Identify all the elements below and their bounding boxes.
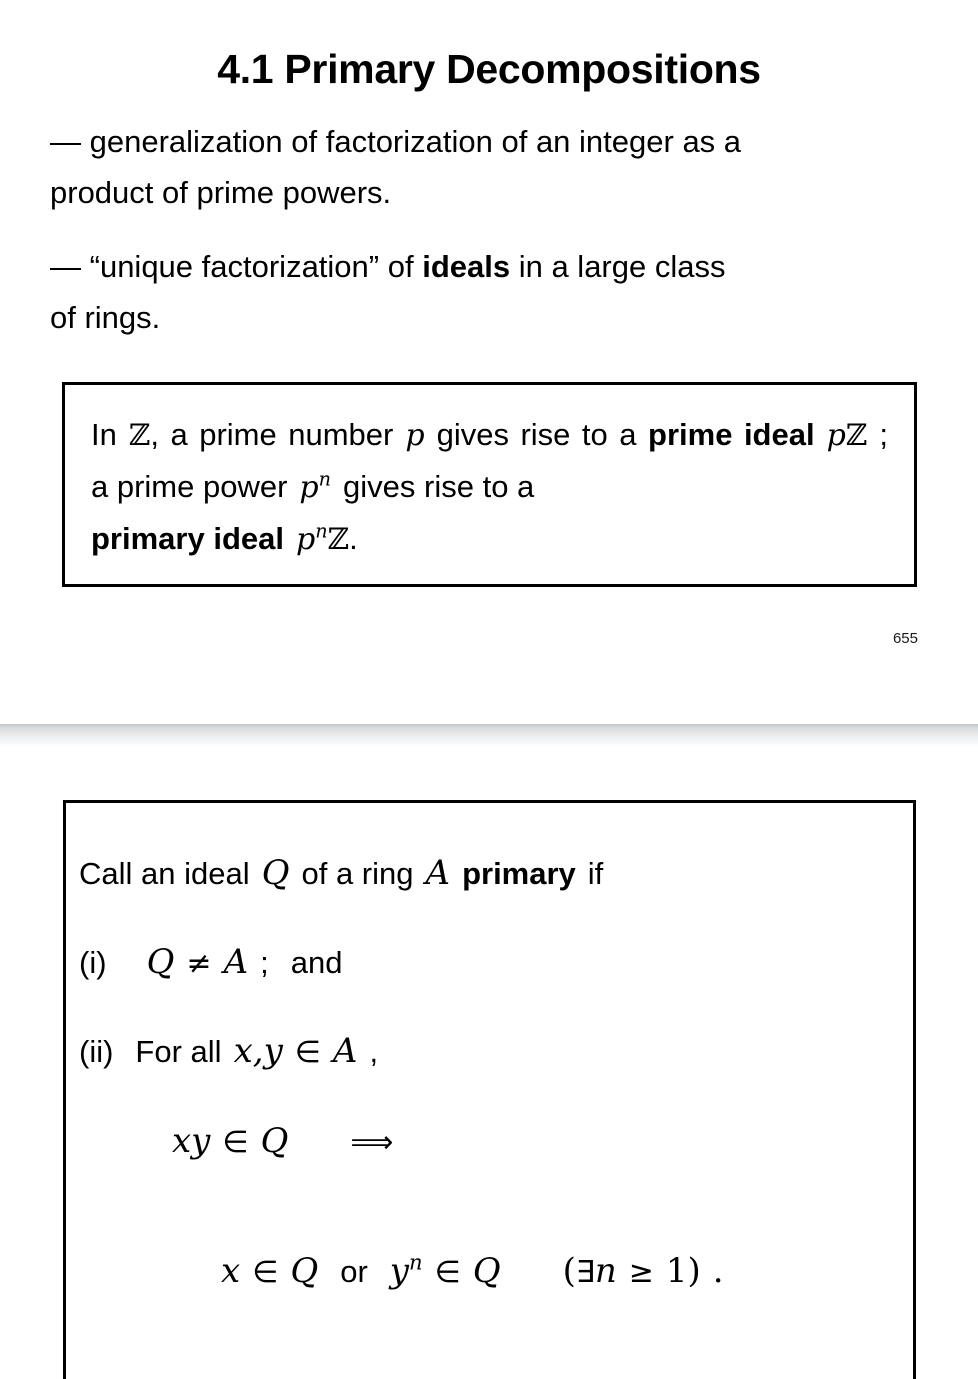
symbol-A: A xyxy=(223,942,249,982)
symbol-n: n xyxy=(594,1251,617,1291)
definition-text-or: or xyxy=(340,1254,368,1289)
box1-text-gives-rise-2: gives rise to a xyxy=(343,469,535,504)
number-one: 1 xyxy=(665,1251,688,1291)
definition-implication-line: xy ∈ Q ⟹ xyxy=(172,1121,393,1163)
symbol-exponent-n: n xyxy=(409,1249,423,1275)
definition-text-and: and xyxy=(290,945,343,980)
symbol-y: y xyxy=(263,1031,283,1071)
operator-element-of: ∈ xyxy=(222,1125,249,1160)
definition-text-of-a-ring: of a ring xyxy=(301,856,414,891)
punctuation-semicolon: ; xyxy=(260,945,269,980)
paragraph-line-2: product of prime powers. xyxy=(50,175,392,210)
paragraph-unique-factorization: — “unique factorization” of ideals in a … xyxy=(50,241,928,343)
paren-open: ( xyxy=(562,1251,576,1291)
definition-item-ii: (ii) For all x,y ∈ A, xyxy=(79,1031,378,1073)
punctuation-comma: , xyxy=(369,1034,379,1069)
definition-text-for-all: For all xyxy=(135,1034,222,1069)
punctuation-comma: , xyxy=(252,1031,264,1071)
paragraph-line-1-after: in a large class xyxy=(510,249,726,284)
punctuation-period: . xyxy=(712,1251,724,1291)
symbol-p: p xyxy=(826,418,846,453)
operator-element-of: ∈ xyxy=(252,1255,279,1290)
operator-implies: ⟹ xyxy=(350,1125,394,1160)
symbol-Q: Q xyxy=(260,1121,289,1161)
symbol-Q: Q xyxy=(290,1251,319,1291)
symbol-integers-Z: ℤ xyxy=(845,418,868,452)
box1-line-3: primary ideal pnℤ. xyxy=(91,513,888,565)
definition-text-call-an-ideal: Call an ideal xyxy=(79,856,250,891)
symbol-integers-Z: ℤ xyxy=(327,522,350,556)
symbol-p: p xyxy=(295,522,316,557)
symbol-A: A xyxy=(332,1031,358,1071)
operator-element-of: ∈ xyxy=(434,1255,461,1290)
em-dash-marker: — xyxy=(50,249,81,284)
paragraph-line-2: of rings. xyxy=(50,300,161,335)
slide-deck-page: 4.1 Primary Decompositions — generalizat… xyxy=(0,0,978,1379)
paragraph-generalization: — generalization of factorization of an … xyxy=(50,116,928,218)
callout-box-prime-ideal: In ℤ, a prime number p gives rise to a prim… xyxy=(62,382,917,587)
symbol-x: x xyxy=(221,1251,241,1291)
symbol-p: p xyxy=(299,470,319,505)
emphasis-prime: prime xyxy=(648,417,733,452)
definition-intro-line: Call an ideal Qof a ring Aprimary if xyxy=(79,853,603,894)
emphasis-ideal: ideal xyxy=(743,417,815,452)
box1-text-prime-number: , a prime number xyxy=(150,417,394,452)
symbol-A: A xyxy=(425,853,451,893)
symbol-y: y xyxy=(389,1251,409,1291)
emphasis-primary-ideal: primary ideal xyxy=(91,521,284,556)
paragraph-line-1: generalization of factorization of an in… xyxy=(89,124,742,159)
slide-separator xyxy=(0,724,978,746)
symbol-x: x xyxy=(233,1031,253,1071)
page-number: 655 xyxy=(892,630,918,647)
definition-text-if: if xyxy=(587,856,604,891)
operator-not-equal: ≠ xyxy=(186,946,212,981)
slide-2: Call an ideal Qof a ring Aprimary if (i) Q ≠ A… xyxy=(0,746,978,1379)
emphasis-ideals: ideals xyxy=(422,249,511,284)
paragraph-line-1-before: “unique factorization” of xyxy=(89,249,423,284)
symbol-exponent-n: n xyxy=(315,519,328,543)
symbol-Q: Q xyxy=(261,853,290,893)
item-marker-ii: (ii) xyxy=(79,1034,114,1069)
definition-conclusion-line: x ∈ Qor yn ∈ Q (∃n ≥1). xyxy=(221,1251,724,1293)
box1-period: . xyxy=(349,521,358,556)
definition-item-i: (i) Q ≠ A; and xyxy=(79,942,342,984)
emphasis-primary: primary xyxy=(462,856,576,891)
symbol-exponent-n: n xyxy=(318,467,332,491)
symbol-p: p xyxy=(405,418,425,453)
symbol-Q: Q xyxy=(146,942,175,982)
callout-box-primary-definition: Call an ideal Qof a ring Aprimary if (i) Q ≠ A… xyxy=(63,800,916,1379)
callout-box-text: In ℤ, a prime number p gives rise to a prim… xyxy=(91,409,888,565)
operator-exists: ∃ xyxy=(575,1255,595,1290)
paren-close: ) xyxy=(687,1251,701,1291)
box1-text-in: In xyxy=(91,417,117,452)
em-dash-marker: — xyxy=(50,124,81,159)
item-marker-i: (i) xyxy=(79,945,107,980)
symbol-Q: Q xyxy=(472,1251,501,1291)
operator-element-of: ∈ xyxy=(294,1035,321,1070)
symbol-xy: xy xyxy=(172,1121,211,1161)
slide-1: 4.1 Primary Decompositions — generalizat… xyxy=(0,0,978,724)
box1-text-gives-rise: gives rise to a xyxy=(436,417,637,452)
page-title: 4.1 Primary Decompositions xyxy=(217,46,761,92)
operator-greater-equal: ≥ xyxy=(628,1255,654,1290)
symbol-integers-Z: ℤ xyxy=(128,418,151,452)
